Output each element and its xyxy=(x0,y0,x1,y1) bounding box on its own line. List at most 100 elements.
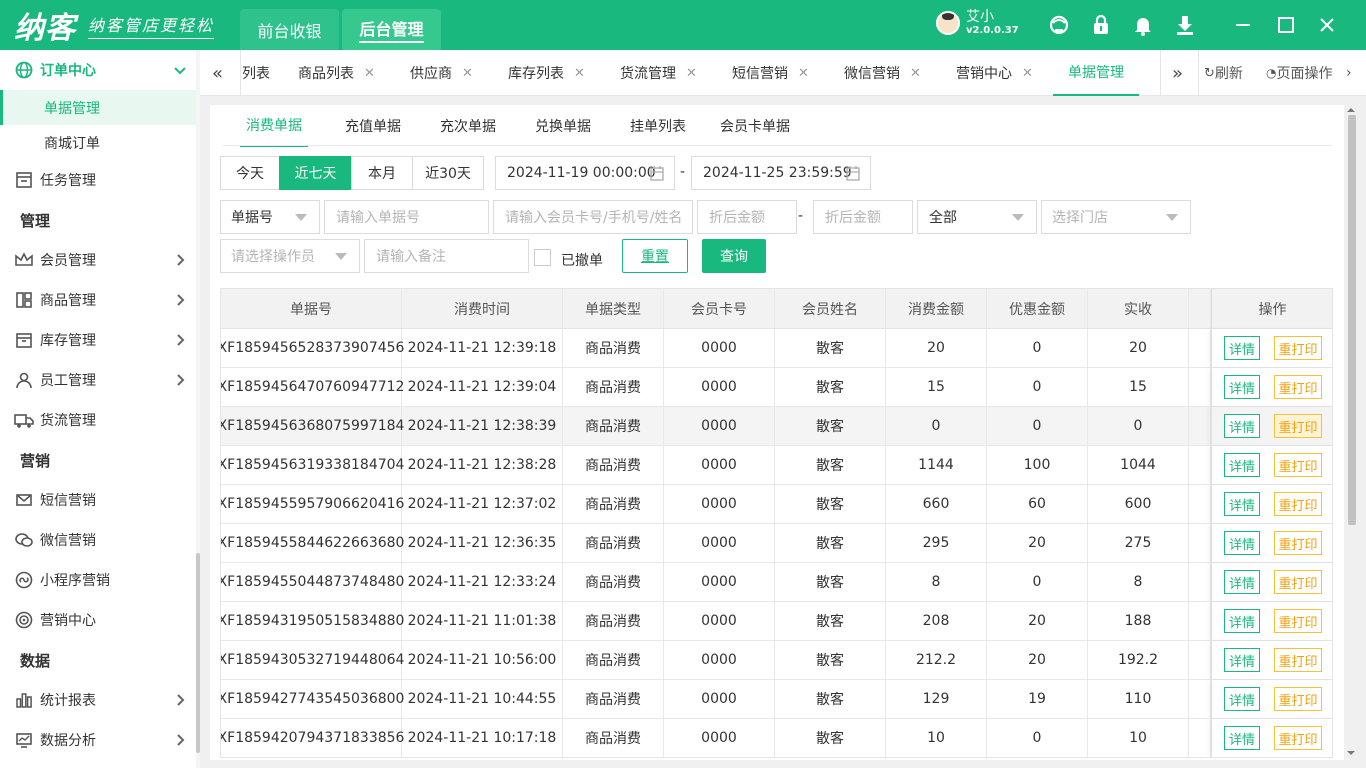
close-icon[interactable]: ✕ xyxy=(1022,66,1033,81)
order-type-select[interactable]: 全部 xyxy=(917,200,1037,234)
sidebar-item-sms-marketing[interactable]: 短信营销 xyxy=(0,480,196,520)
detail-button[interactable]: 详情 xyxy=(1224,375,1260,399)
lock-icon[interactable] xyxy=(1090,14,1112,36)
reprint-button[interactable]: 重打印 xyxy=(1274,531,1322,555)
subtab-consumption[interactable]: 消费单据 xyxy=(240,105,308,147)
subtab-pending-list[interactable]: 挂单列表 xyxy=(630,105,686,147)
reprint-button[interactable]: 重打印 xyxy=(1274,375,1322,399)
subtab-recharge[interactable]: 充值单据 xyxy=(345,105,401,147)
sidebar-item-logistics-mgmt[interactable]: 货流管理 xyxy=(0,400,196,440)
reset-button[interactable]: 重置 xyxy=(622,239,688,273)
detail-button[interactable]: 详情 xyxy=(1224,726,1260,750)
detail-button[interactable]: 详情 xyxy=(1224,609,1260,633)
amount-min-input[interactable]: 折后金额 xyxy=(697,200,797,234)
chevron-right-icon[interactable]: › xyxy=(1346,50,1352,96)
close-icon[interactable] xyxy=(1316,14,1338,36)
sidebar-sub-document-mgmt[interactable]: 单据管理 xyxy=(0,90,196,125)
end-date-field[interactable]: 2024-11-25 23:59:59 xyxy=(691,156,871,190)
scroll-down-icon[interactable] xyxy=(1344,748,1358,758)
detail-button[interactable]: 详情 xyxy=(1224,570,1260,594)
table-row[interactable]: XF1859456470760947712 2024-11-21 12:39:04… xyxy=(221,368,1332,407)
close-icon[interactable]: ✕ xyxy=(910,66,921,81)
revoked-checkbox[interactable] xyxy=(534,249,551,266)
detail-button[interactable]: 详情 xyxy=(1224,336,1260,360)
store-select[interactable]: 选择门店 xyxy=(1041,200,1191,234)
scroll-right-icon[interactable]: » xyxy=(1172,50,1183,96)
reprint-button[interactable]: 重打印 xyxy=(1274,687,1322,711)
subtab-exchange[interactable]: 兑换单据 xyxy=(535,105,591,147)
range-7days-button[interactable]: 近七天 xyxy=(279,156,352,190)
start-date-field[interactable]: 2024-11-19 00:00:00 xyxy=(495,156,675,190)
sidebar-item-stats-report[interactable]: 统计报表 xyxy=(0,680,196,720)
sidebar-item-product-mgmt[interactable]: 商品管理 xyxy=(0,280,196,320)
order-number-input[interactable]: 请输入单据号 xyxy=(324,200,489,234)
sidebar-item-miniprogram-marketing[interactable]: 小程序营销 xyxy=(0,560,196,600)
field-type-select[interactable]: 单据号 xyxy=(220,200,320,234)
reprint-button[interactable]: 重打印 xyxy=(1274,726,1322,750)
tab-wechat-marketing[interactable]: 微信营销 ✕ xyxy=(844,50,921,96)
reprint-button[interactable]: 重打印 xyxy=(1274,492,1322,516)
close-icon[interactable]: ✕ xyxy=(686,66,697,81)
detail-button[interactable]: 详情 xyxy=(1224,492,1260,516)
tab-marketing-center[interactable]: 营销中心 ✕ xyxy=(956,50,1033,96)
refresh-button[interactable]: ↻ 刷新 xyxy=(1204,50,1243,96)
bell-icon[interactable] xyxy=(1132,14,1154,36)
page-ops-button[interactable]: ◔ 页面操作 xyxy=(1266,50,1332,96)
detail-button[interactable]: 详情 xyxy=(1224,531,1260,555)
nav-tab-backend[interactable]: 后台管理 xyxy=(342,9,441,50)
sidebar-item-data-analysis[interactable]: 数据分析 xyxy=(0,720,196,760)
table-row[interactable]: XF1859456528373907456 2024-11-21 12:39:18… xyxy=(221,329,1332,368)
table-row[interactable]: XF1859455957906620416 2024-11-21 12:37:02… xyxy=(221,485,1332,524)
sidebar-sub-mall-orders[interactable]: 商城订单 xyxy=(0,125,196,160)
query-button[interactable]: 查询 xyxy=(702,239,766,273)
scroll-left-icon[interactable]: « xyxy=(212,50,223,96)
sidebar-item-marketing-center[interactable]: 营销中心 xyxy=(0,600,196,640)
sidebar-scrollbar[interactable] xyxy=(196,50,200,768)
sidebar-item-staff-mgmt[interactable]: 员工管理 xyxy=(0,360,196,400)
table-row[interactable]: XF1859431950515834880 2024-11-21 11:01:38… xyxy=(221,602,1332,641)
user-profile[interactable]: 艾小 v2.0.0.37 xyxy=(936,10,1019,36)
sidebar-item-wechat-marketing[interactable]: 微信营销 xyxy=(0,520,196,560)
range-today-button[interactable]: 今天 xyxy=(220,156,280,190)
close-icon[interactable]: ✕ xyxy=(462,66,473,81)
subtab-member-card[interactable]: 会员卡单据 xyxy=(720,105,790,147)
sidebar-item-member-mgmt[interactable]: 会员管理 xyxy=(0,240,196,280)
support-icon[interactable] xyxy=(1048,14,1070,36)
table-row[interactable]: XF1859455044873748480 2024-11-21 12:33:24… xyxy=(221,563,1332,602)
tab-sms-marketing[interactable]: 短信营销 ✕ xyxy=(732,50,809,96)
close-icon[interactable]: ✕ xyxy=(798,66,809,81)
reprint-button[interactable]: 重打印 xyxy=(1274,336,1322,360)
sidebar-item-order-center[interactable]: 订单中心 xyxy=(0,50,196,90)
detail-button[interactable]: 详情 xyxy=(1224,453,1260,477)
tab-product-list[interactable]: 商品列表 ✕ xyxy=(298,50,375,96)
download-icon[interactable] xyxy=(1174,14,1196,36)
detail-button[interactable]: 详情 xyxy=(1224,414,1260,438)
member-search-input[interactable]: 请输入会员卡号/手机号/姓名 xyxy=(493,200,693,234)
range-month-button[interactable]: 本月 xyxy=(351,156,413,190)
range-30days-button[interactable]: 近30天 xyxy=(412,156,484,190)
tab-list[interactable]: 列表 xyxy=(242,50,270,96)
maximize-icon[interactable] xyxy=(1275,14,1297,36)
tab-inventory-list[interactable]: 库存列表 ✕ xyxy=(508,50,585,96)
reprint-button[interactable]: 重打印 xyxy=(1274,453,1322,477)
sidebar-item-inventory-mgmt[interactable]: 库存管理 xyxy=(0,320,196,360)
sidebar-item-task-mgmt[interactable]: 任务管理 xyxy=(0,160,196,200)
table-row[interactable]: XF1859420794371833856 2024-11-21 10:17:18… xyxy=(221,719,1332,757)
amount-max-input[interactable]: 折后金额 xyxy=(813,200,913,234)
tab-supplier[interactable]: 供应商 ✕ xyxy=(410,50,473,96)
reprint-button[interactable]: 重打印 xyxy=(1274,570,1322,594)
reprint-button[interactable]: 重打印 xyxy=(1274,648,1322,672)
remark-input[interactable]: 请输入备注 xyxy=(364,239,529,273)
scroll-up-icon[interactable] xyxy=(1344,105,1358,115)
detail-button[interactable]: 详情 xyxy=(1224,648,1260,672)
reprint-button[interactable]: 重打印 xyxy=(1274,609,1322,633)
subtab-count-recharge[interactable]: 充次单据 xyxy=(440,105,496,147)
table-row[interactable]: XF1859427743545036800 2024-11-21 10:44:55… xyxy=(221,680,1332,719)
close-icon[interactable]: ✕ xyxy=(574,66,585,81)
detail-button[interactable]: 详情 xyxy=(1224,687,1260,711)
nav-tab-cashier[interactable]: 前台收银 xyxy=(240,9,339,50)
operator-select[interactable]: 请选择操作员 xyxy=(220,239,360,273)
table-row[interactable]: XF1859455844622663680 2024-11-21 12:36:35… xyxy=(221,524,1332,563)
minimize-icon[interactable] xyxy=(1232,14,1254,36)
close-icon[interactable]: ✕ xyxy=(364,66,375,81)
